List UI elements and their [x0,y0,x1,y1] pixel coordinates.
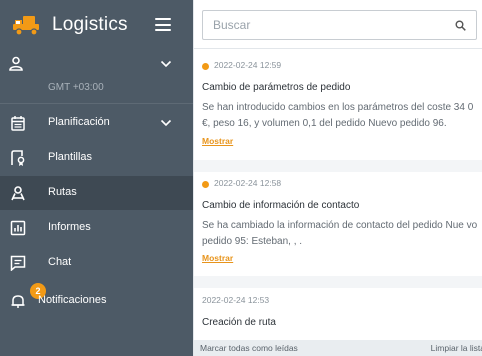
app-title: Logistics [52,14,128,35]
calendar-icon [11,116,25,131]
notification-body: Se han introducido cambios en los paráme… [202,102,474,129]
notifications-footer: Marcar todas como leídas Limpiar la list… [194,340,482,356]
notification-body: Se ha cambiado la información de contact… [202,220,478,247]
show-more-link[interactable]: Mostrar [202,136,233,146]
route-icon [11,186,25,201]
chevron-down-icon [160,119,172,127]
sidebar: Logistics GMT +03:00 Planificación Plant… [0,0,193,356]
notification-title: Cambio de información de contacto [202,200,360,211]
template-icon [11,150,25,166]
report-icon [10,220,26,236]
sidebar-item-planificacion[interactable]: Planificación [0,106,193,140]
sidebar-item-chat[interactable]: Chat [0,246,193,280]
brand-header: Logistics [0,0,193,48]
sidebar-divider [0,103,193,104]
sidebar-item-label: Planificación [48,116,110,128]
notification-item[interactable]: 2022-02-24 12:53 Creación de ruta [194,295,482,339]
truck-icon [13,16,39,36]
chevron-down-icon[interactable] [160,60,172,68]
sidebar-item-rutas[interactable]: Rutas [0,176,193,210]
notification-item[interactable]: 2022-02-24 12:59 Cambio de parámetros de… [194,60,482,160]
notification-title: Cambio de parámetros de pedido [202,82,351,93]
search-box [202,10,477,40]
bell-icon [11,295,25,308]
sidebar-item-notificaciones[interactable]: 2 Notificaciones [0,283,193,318]
sidebar-item-label: Notificaciones [38,294,107,306]
sidebar-item-informes[interactable]: Informes [0,211,193,245]
sidebar-item-label: Rutas [48,186,77,198]
notification-time: 2022-02-24 12:53 [202,295,270,305]
notification-item[interactable]: 2022-02-24 12:58 Cambio de información d… [194,178,482,276]
hamburger-icon[interactable] [155,18,171,31]
divider [194,48,482,49]
mark-all-read-button[interactable]: Marcar todas como leídas [200,343,298,353]
chat-icon [10,255,26,271]
user-menu[interactable]: GMT +03:00 [0,52,193,98]
user-icon [9,56,23,71]
sidebar-item-label: Plantillas [48,151,93,163]
notifications-panel: 2022-02-24 12:59 Cambio de parámetros de… [193,0,482,356]
sidebar-item-label: Chat [48,256,72,268]
search-input[interactable] [203,11,476,39]
divider [194,276,482,288]
notification-title: Creación de ruta [202,317,276,328]
unread-dot [202,181,209,188]
sidebar-item-plantillas[interactable]: Plantillas [0,141,193,175]
unread-dot [202,63,209,70]
notification-time: 2022-02-24 12:58 [214,178,282,188]
show-more-link[interactable]: Mostrar [202,253,233,263]
search-icon[interactable] [455,20,466,31]
user-timezone: GMT +03:00 [48,82,104,93]
divider [194,160,482,172]
clear-list-button[interactable]: Limpiar la lista [431,343,482,353]
notification-time: 2022-02-24 12:59 [214,60,282,70]
sidebar-item-label: Informes [48,221,91,233]
